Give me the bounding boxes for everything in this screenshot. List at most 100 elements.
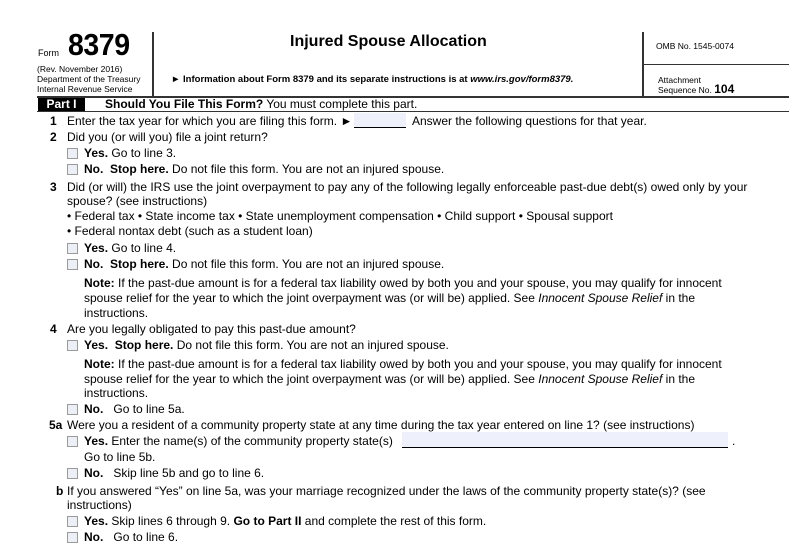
info-text: Information about Form 8379 and its sepa… [183,74,471,85]
line4-question: Are you legally obligated to pay this pa… [67,322,356,336]
line4-note-label: Note: [84,357,115,371]
omb-number: OMB No. 1545-0074 [656,41,734,51]
line1-instruction: Answer the following questions for that … [412,114,647,128]
department: Department of the Treasury [37,74,141,84]
line4-note-l2a: spouse relief for the year to which the … [84,372,539,386]
line4-note-text: If the past-due amount is for a federal … [114,357,722,371]
line4-note-ref: Innocent Spouse Relief [538,372,663,386]
line3-no-option: No. Stop here. Do not file this form. Yo… [84,257,444,271]
line2-no-text: Do not file this form. You are not an in… [168,162,445,176]
line3-yes-text: Go to line 4. [111,241,177,255]
line3-note-text: If the past-due amount is for a federal … [114,276,722,290]
line4-no-checkbox[interactable] [67,404,78,415]
line3-note-l3: instructions. [84,306,149,320]
line5b-yes-option: Yes. Skip lines 6 through 9. Go to Part … [84,514,486,528]
line5b-yes-text-b: and complete the rest of this form. [301,514,487,528]
line2-yes-checkbox[interactable] [67,148,78,159]
line3-note-l2: spouse relief for the year to which the … [84,291,695,305]
part1-badge: Part I [38,98,85,111]
info-arrow-icon: ► [171,74,181,85]
part1-title-rest: You must complete this part. [263,97,418,111]
line3-debt-list-l1: • Federal tax • State income tax • State… [67,209,613,223]
header-divider-left [152,32,154,97]
line1-number: 1 [50,114,57,128]
line4-yes-label: Yes. [84,338,109,352]
line5a-question: Were you a resident of a community prope… [67,418,695,432]
tax-year-input[interactable] [354,113,406,128]
line5b-question-l2: instructions) [67,498,132,512]
community-property-states-input[interactable] [402,432,728,448]
line2-yes-label: Yes. [84,146,109,160]
line2-yes-option: Yes. Go to line 3. [84,146,176,160]
line5b-yes-checkbox[interactable] [67,516,78,527]
form-number: 8379 [68,27,130,62]
line5b-no-checkbox[interactable] [67,532,78,543]
line2-number: 2 [50,130,57,144]
line3-debt-list-l2: • Federal nontax debt (such as a student… [67,224,313,238]
line2-no-bold: Stop here. [110,162,169,176]
line4-number: 4 [50,322,57,336]
line4-note-l1: Note: If the past-due amount is for a fe… [84,357,722,371]
line3-yes-checkbox[interactable] [67,243,78,254]
line4-yes-checkbox[interactable] [67,340,78,351]
line5a-yes-option: Yes. Enter the name(s) of the community … [84,434,393,448]
revision-date: (Rev. November 2016) [37,64,123,74]
omb-divider [643,64,789,65]
line3-note-label: Note: [84,276,115,290]
line5b-no-text: Go to line 6. [113,530,179,544]
line3-no-checkbox[interactable] [67,259,78,270]
line3-number: 3 [50,180,57,194]
sequence-label: Sequence No. 104 [658,82,735,96]
form-title: Injured Spouse Allocation [290,33,487,50]
line5a-number: 5a [49,418,63,432]
line3-no-label: No. [84,257,104,271]
line3-no-bold: Stop here. [110,257,169,271]
line5b-yes-label: Yes. [84,514,109,528]
line5a-period: . [732,434,736,448]
line5a-yes-label: Yes. [84,434,109,448]
part1-title-bold: Should You File This Form? [105,97,264,111]
line5a-no-checkbox[interactable] [67,468,78,479]
line5b-no-label: No. [84,530,104,544]
line3-question-l1: Did (or will) the IRS use the joint over… [67,180,748,194]
line2-no-checkbox[interactable] [67,164,78,175]
line5a-no-label: No. [84,466,104,480]
line5a-no-text: Skip line 5b and go to line 6. [113,466,265,480]
line4-note-l3: instructions. [84,386,149,400]
agency: Internal Revenue Service [37,84,133,94]
line4-yes-text: Do not file this form. You are not an in… [173,338,449,352]
line4-no-label: No. [84,402,104,416]
form-label: Form [38,48,59,58]
line2-no-option: No. Stop here. Do not file this form. Yo… [84,162,444,176]
info-url-link[interactable]: www.irs.gov/form8379. [470,74,573,85]
part1-bottom-rule [37,111,789,112]
line3-question-l2: spouse? (see instructions) [67,194,208,208]
line5a-yes-text: Enter the name(s) of the community prope… [111,434,393,448]
line3-yes-option: Yes. Go to line 4. [84,241,176,255]
line3-no-text: Do not file this form. You are not an in… [168,257,445,271]
line3-note-l2a: spouse relief for the year to which the … [84,291,539,305]
line5a-yes-text2: Go to line 5b. [84,450,156,464]
line5b-no-option: No. Go to line 6. [84,530,178,544]
line2-question: Did you (or will you) file a joint retur… [67,130,268,144]
sequence-number: 104 [714,82,735,96]
sequence-text: Sequence No. [658,85,712,95]
line5b-yes-bold: Go to Part II [233,514,302,528]
info-line: ► Information about Form 8379 and its se… [171,74,573,85]
line4-note-l2b: in the [662,372,696,386]
line5b-yes-text-a: Skip lines 6 through 9. [111,514,234,528]
line3-note-l2b: in the [662,291,696,305]
line2-no-label: No. [84,162,104,176]
line5a-yes-checkbox[interactable] [67,436,78,447]
line5a-no-option: No. Skip line 5b and go to line 6. [84,466,264,480]
line4-yes-option: Yes. Stop here. Do not file this form. Y… [84,338,449,352]
line3-note-ref: Innocent Spouse Relief [538,291,663,305]
line3-yes-label: Yes. [84,241,109,255]
line5b-question-l1: If you answered “Yes” on line 5a, was yo… [67,484,706,498]
line4-yes-bold: Stop here. [114,338,174,352]
line3-note-l1: Note: If the past-due amount is for a fe… [84,276,722,290]
line4-no-text: Go to line 5a. [113,402,185,416]
line5b-number: b [56,484,64,498]
line4-no-option: No. Go to line 5a. [84,402,185,416]
line1-text: Enter the tax year for which you are fil… [67,114,353,128]
